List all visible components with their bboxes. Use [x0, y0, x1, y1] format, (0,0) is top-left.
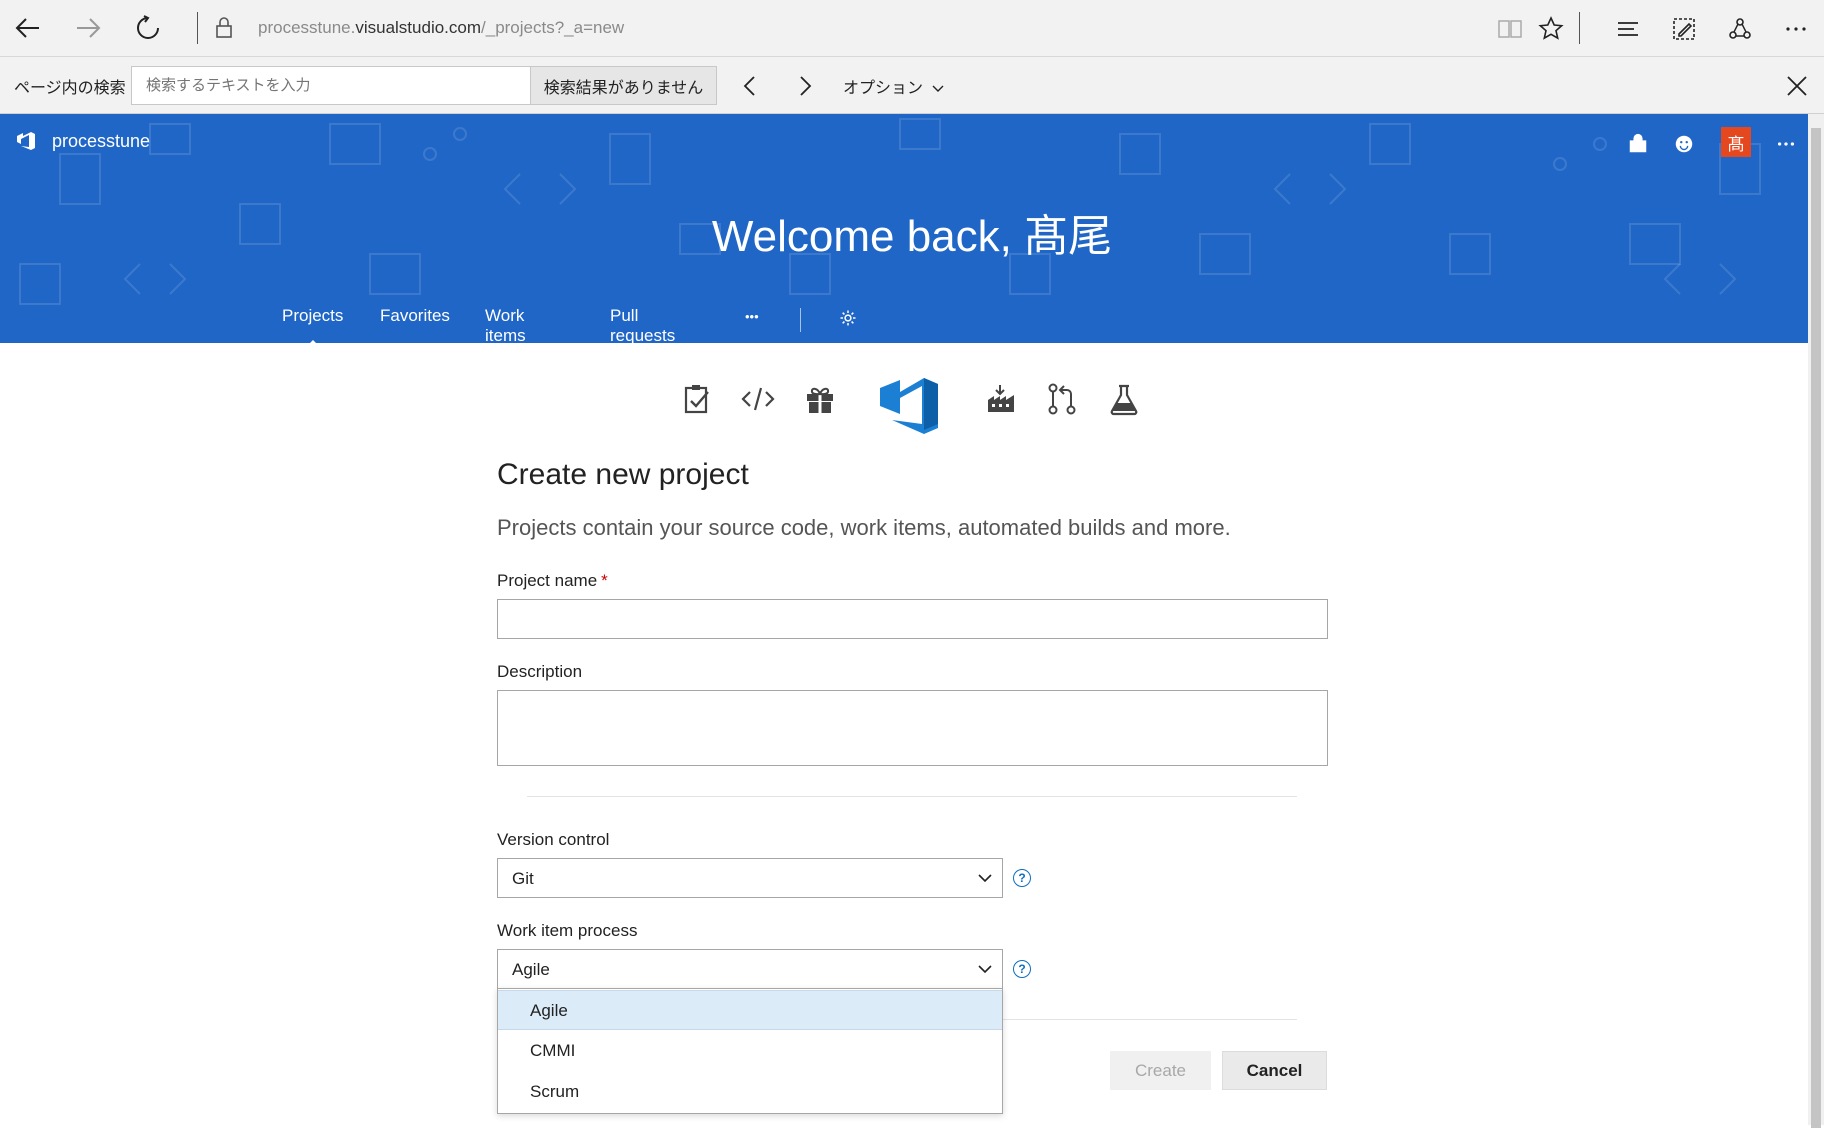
gift-icon [807, 387, 833, 413]
smiley-feedback-icon[interactable] [1670, 130, 1698, 158]
share-icon[interactable] [1723, 12, 1757, 46]
create-button[interactable]: Create [1110, 1051, 1211, 1090]
cancel-button[interactable]: Cancel [1222, 1051, 1327, 1090]
page-subtitle: Projects contain your source code, work … [497, 515, 1231, 540]
web-note-icon[interactable] [1667, 12, 1701, 46]
lock-icon [206, 10, 242, 46]
avatar[interactable]: 髙 [1721, 127, 1751, 157]
help-icon[interactable]: ? [1013, 960, 1031, 978]
tab-projects[interactable]: Projects [282, 306, 343, 343]
tab-favorites[interactable]: Favorites [380, 306, 450, 326]
tab-more[interactable]: ••• [745, 309, 759, 324]
scrollbar-thumb[interactable] [1811, 128, 1821, 1128]
chevron-down-icon [978, 965, 992, 974]
page-title: Create new project [497, 458, 749, 491]
code-icon [741, 387, 775, 411]
brand[interactable]: processtune [14, 129, 150, 153]
project-name-label: Project name * [497, 571, 608, 590]
back-icon[interactable] [10, 10, 46, 46]
find-on-page-bar: ページ内の検索 検索結果がありません オプション [0, 57, 1824, 114]
section-divider [527, 796, 1297, 797]
find-next-icon[interactable] [788, 69, 822, 103]
required-marker: * [601, 571, 608, 590]
description-label: Description [497, 662, 583, 681]
find-result-status: 検索結果がありません [530, 66, 717, 105]
dropdown-option-cmmi[interactable]: CMMI [498, 1031, 1002, 1071]
address-bar[interactable]: processtune.visualstudio.com/_projects?_… [258, 18, 624, 38]
process-dropdown-list: Agile CMMI Scrum [497, 988, 1003, 1114]
welcome-heading: Welcome back, 髙尾 [711, 212, 1113, 261]
description-textarea[interactable] [497, 690, 1328, 766]
build-factory-icon [988, 385, 1014, 412]
more-icon[interactable] [1772, 130, 1800, 158]
dropdown-option-scrum[interactable]: Scrum [498, 1072, 1002, 1112]
marketplace-bag-icon[interactable] [1624, 130, 1652, 158]
version-control-select[interactable]: Git [497, 858, 1003, 898]
version-control-label: Version control [497, 830, 610, 849]
forward-icon[interactable] [70, 10, 106, 46]
more-icon[interactable] [1779, 12, 1813, 46]
test-flask-icon [1110, 384, 1138, 416]
toolbar-separator [197, 12, 198, 44]
browser-toolbar: processtune.visualstudio.com/_projects?_… [0, 0, 1824, 57]
find-label: ページ内の検索 [14, 80, 126, 97]
toolbar-separator [1579, 12, 1580, 44]
boards-checklist-icon [684, 385, 709, 414]
refresh-icon[interactable] [130, 10, 166, 46]
work-item-process-label: Work item process [497, 921, 638, 940]
reading-view-icon[interactable] [1493, 12, 1527, 46]
find-previous-icon[interactable] [733, 69, 767, 103]
close-find-icon[interactable] [1780, 69, 1814, 103]
hub-icon[interactable] [1611, 12, 1645, 46]
tab-separator [800, 308, 801, 332]
welcome-banner: processtune 髙 Welcome back, 髙尾 Projects … [0, 114, 1808, 343]
find-options-button[interactable]: オプション [843, 74, 945, 98]
tab-work-items[interactable]: Work items [485, 306, 526, 343]
help-icon[interactable]: ? [1013, 869, 1031, 887]
scrollbar[interactable] [1808, 114, 1824, 1128]
chevron-down-icon [932, 85, 944, 92]
favorite-star-icon[interactable] [1534, 12, 1568, 46]
find-input[interactable] [131, 66, 531, 105]
visual-studio-logo-icon [17, 132, 35, 150]
chevron-down-icon [978, 874, 992, 883]
project-name-input[interactable] [497, 599, 1328, 639]
work-item-process-select[interactable]: Agile [497, 949, 1003, 989]
dropdown-option-agile[interactable]: Agile [498, 990, 1002, 1030]
pull-request-icon [1048, 383, 1076, 415]
visual-studio-logo-icon [880, 378, 938, 434]
section-divider [1003, 1019, 1297, 1020]
tab-pull-requests[interactable]: Pull requests [610, 306, 675, 343]
service-icons-row [0, 368, 1824, 444]
gear-icon[interactable] [838, 308, 858, 333]
